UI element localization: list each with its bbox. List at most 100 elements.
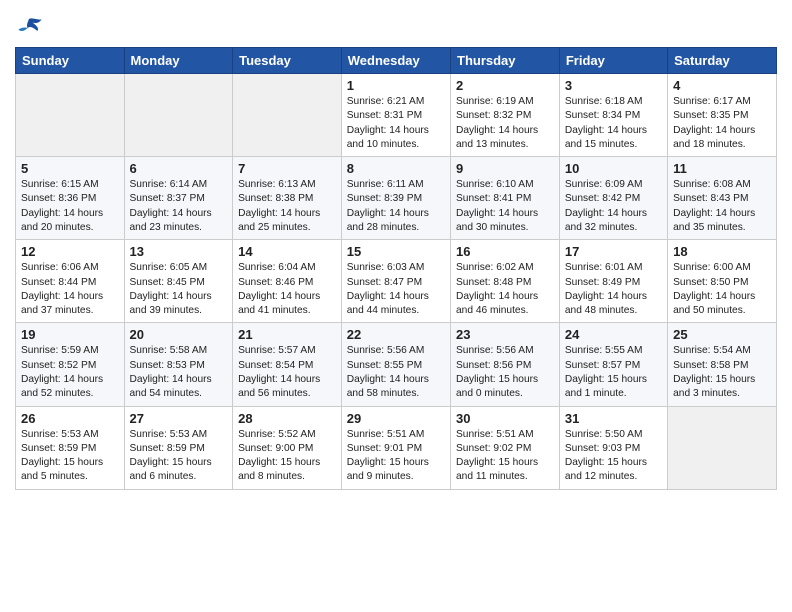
day-number: 11: [673, 161, 771, 176]
day-info: Sunrise: 5:53 AM Sunset: 8:59 PM Dayligh…: [130, 428, 228, 485]
day-info: Sunrise: 6:02 AM Sunset: 8:48 PM Dayligh…: [456, 261, 554, 318]
day-number: 14: [238, 244, 336, 259]
calendar-cell: 6 Sunrise: 6:14 AM Sunset: 8:37 PM Daylig…: [124, 157, 233, 240]
day-info: Sunrise: 5:56 AM Sunset: 8:56 PM Dayligh…: [456, 344, 554, 401]
weekday-header-saturday: Saturday: [668, 48, 777, 74]
day-number: 23: [456, 327, 554, 342]
day-info: Sunrise: 5:59 AM Sunset: 8:52 PM Dayligh…: [21, 344, 119, 401]
day-info: Sunrise: 6:10 AM Sunset: 8:41 PM Dayligh…: [456, 178, 554, 235]
calendar-cell: 16Sunrise: 6:02 AM Sunset: 8:48 PM Dayli…: [451, 240, 560, 323]
day-info: Sunrise: 5:51 AM Sunset: 9:02 PM Dayligh…: [456, 428, 554, 485]
day-info: Sunrise: 5:57 AM Sunset: 8:54 PM Dayligh…: [238, 344, 336, 401]
weekday-header-tuesday: Tuesday: [233, 48, 342, 74]
day-number: 6: [130, 161, 228, 176]
calendar-cell: 19 Sunrise: 5:59 AM Sunset: 8:52 PM Dayli…: [16, 323, 125, 406]
page-header: [15, 15, 777, 37]
calendar-cell: 17 Sunrise: 6:01 AM Sunset: 8:49 PM Dayli…: [559, 240, 667, 323]
calendar-cell: 14 Sunrise: 6:04 AM Sunset: 8:46 PM Dayli…: [233, 240, 342, 323]
calendar-cell: 7 Sunrise: 6:13 AM Sunset: 8:38 PM Daylig…: [233, 157, 342, 240]
day-number: 25: [673, 327, 771, 342]
day-info: Sunrise: 6:09 AM Sunset: 8:42 PM Dayligh…: [565, 178, 662, 235]
day-info: Sunrise: 5:50 AM Sunset: 9:03 PM Dayligh…: [565, 428, 662, 485]
weekday-header-sunday: Sunday: [16, 48, 125, 74]
calendar-cell: 4 Sunrise: 6:17 AM Sunset: 8:35 PM Daylig…: [668, 74, 777, 157]
day-number: 13: [130, 244, 228, 259]
calendar-cell: 3Sunrise: 6:18 AM Sunset: 8:34 PM Daylig…: [559, 74, 667, 157]
day-info: Sunrise: 5:52 AM Sunset: 9:00 PM Dayligh…: [238, 428, 336, 485]
day-info: Sunrise: 6:08 AM Sunset: 8:43 PM Dayligh…: [673, 178, 771, 235]
calendar-cell: 29Sunrise: 5:51 AM Sunset: 9:01 PM Dayli…: [341, 406, 450, 489]
day-info: Sunrise: 6:13 AM Sunset: 8:38 PM Dayligh…: [238, 178, 336, 235]
calendar-cell: 25 Sunrise: 5:54 AM Sunset: 8:58 PM Dayli…: [668, 323, 777, 406]
day-info: Sunrise: 6:03 AM Sunset: 8:47 PM Dayligh…: [347, 261, 445, 318]
day-info: Sunrise: 5:55 AM Sunset: 8:57 PM Dayligh…: [565, 344, 662, 401]
weekday-header-friday: Friday: [559, 48, 667, 74]
day-number: 31: [565, 411, 662, 426]
day-info: Sunrise: 6:17 AM Sunset: 8:35 PM Dayligh…: [673, 95, 771, 152]
day-number: 30: [456, 411, 554, 426]
day-number: 9: [456, 161, 554, 176]
day-number: 21: [238, 327, 336, 342]
day-number: 17: [565, 244, 662, 259]
calendar-week-row: 19 Sunrise: 5:59 AM Sunset: 8:52 PM Dayli…: [16, 323, 777, 406]
day-info: Sunrise: 5:53 AM Sunset: 8:59 PM Dayligh…: [21, 428, 119, 485]
calendar-cell: 27 Sunrise: 5:53 AM Sunset: 8:59 PM Dayli…: [124, 406, 233, 489]
day-info: Sunrise: 5:58 AM Sunset: 8:53 PM Dayligh…: [130, 344, 228, 401]
calendar-cell: [668, 406, 777, 489]
calendar-cell: 1 Sunrise: 6:21 AM Sunset: 8:31 PM Daylig…: [341, 74, 450, 157]
day-number: 12: [21, 244, 119, 259]
calendar-week-row: 5 Sunrise: 6:15 AM Sunset: 8:36 PM Daylig…: [16, 157, 777, 240]
day-number: 7: [238, 161, 336, 176]
calendar-cell: 2 Sunrise: 6:19 AM Sunset: 8:32 PM Daylig…: [451, 74, 560, 157]
day-number: 22: [347, 327, 445, 342]
calendar-cell: 28 Sunrise: 5:52 AM Sunset: 9:00 PM Dayli…: [233, 406, 342, 489]
calendar-cell: 23 Sunrise: 5:56 AM Sunset: 8:56 PM Dayli…: [451, 323, 560, 406]
calendar-cell: 12 Sunrise: 6:06 AM Sunset: 8:44 PM Dayli…: [16, 240, 125, 323]
calendar-header-row: SundayMondayTuesdayWednesdayThursdayFrid…: [16, 48, 777, 74]
calendar-cell: 31 Sunrise: 5:50 AM Sunset: 9:03 PM Dayli…: [559, 406, 667, 489]
day-number: 20: [130, 327, 228, 342]
calendar-cell: 11 Sunrise: 6:08 AM Sunset: 8:43 PM Dayli…: [668, 157, 777, 240]
calendar-cell: 24 Sunrise: 5:55 AM Sunset: 8:57 PM Dayli…: [559, 323, 667, 406]
weekday-header-monday: Monday: [124, 48, 233, 74]
calendar-cell: 21 Sunrise: 5:57 AM Sunset: 8:54 PM Dayli…: [233, 323, 342, 406]
calendar-cell: 9 Sunrise: 6:10 AM Sunset: 8:41 PM Daylig…: [451, 157, 560, 240]
day-info: Sunrise: 6:19 AM Sunset: 8:32 PM Dayligh…: [456, 95, 554, 152]
day-number: 19: [21, 327, 119, 342]
calendar-cell: 15Sunrise: 6:03 AM Sunset: 8:47 PM Dayli…: [341, 240, 450, 323]
day-number: 4: [673, 78, 771, 93]
weekday-header-thursday: Thursday: [451, 48, 560, 74]
day-number: 2: [456, 78, 554, 93]
day-number: 5: [21, 161, 119, 176]
calendar-cell: [124, 74, 233, 157]
day-info: Sunrise: 6:11 AM Sunset: 8:39 PM Dayligh…: [347, 178, 445, 235]
day-info: Sunrise: 6:21 AM Sunset: 8:31 PM Dayligh…: [347, 95, 445, 152]
day-info: Sunrise: 6:06 AM Sunset: 8:44 PM Dayligh…: [21, 261, 119, 318]
calendar-table: SundayMondayTuesdayWednesdayThursdayFrid…: [15, 47, 777, 490]
logo-bird-icon: [15, 15, 43, 37]
day-number: 24: [565, 327, 662, 342]
calendar-cell: 5 Sunrise: 6:15 AM Sunset: 8:36 PM Daylig…: [16, 157, 125, 240]
calendar-week-row: 12 Sunrise: 6:06 AM Sunset: 8:44 PM Dayli…: [16, 240, 777, 323]
day-info: Sunrise: 6:15 AM Sunset: 8:36 PM Dayligh…: [21, 178, 119, 235]
day-info: Sunrise: 6:04 AM Sunset: 8:46 PM Dayligh…: [238, 261, 336, 318]
day-number: 28: [238, 411, 336, 426]
day-info: Sunrise: 5:56 AM Sunset: 8:55 PM Dayligh…: [347, 344, 445, 401]
weekday-header-wednesday: Wednesday: [341, 48, 450, 74]
day-info: Sunrise: 6:14 AM Sunset: 8:37 PM Dayligh…: [130, 178, 228, 235]
calendar-cell: 8 Sunrise: 6:11 AM Sunset: 8:39 PM Daylig…: [341, 157, 450, 240]
calendar-cell: 22 Sunrise: 5:56 AM Sunset: 8:55 PM Dayli…: [341, 323, 450, 406]
day-number: 3: [565, 78, 662, 93]
calendar-cell: 26 Sunrise: 5:53 AM Sunset: 8:59 PM Dayli…: [16, 406, 125, 489]
day-number: 27: [130, 411, 228, 426]
day-number: 26: [21, 411, 119, 426]
day-info: Sunrise: 6:00 AM Sunset: 8:50 PM Dayligh…: [673, 261, 771, 318]
calendar-cell: 13Sunrise: 6:05 AM Sunset: 8:45 PM Dayli…: [124, 240, 233, 323]
day-info: Sunrise: 6:01 AM Sunset: 8:49 PM Dayligh…: [565, 261, 662, 318]
calendar-cell: [233, 74, 342, 157]
calendar-cell: 30 Sunrise: 5:51 AM Sunset: 9:02 PM Dayli…: [451, 406, 560, 489]
day-info: Sunrise: 5:54 AM Sunset: 8:58 PM Dayligh…: [673, 344, 771, 401]
day-info: Sunrise: 5:51 AM Sunset: 9:01 PM Dayligh…: [347, 428, 445, 485]
day-number: 8: [347, 161, 445, 176]
day-number: 1: [347, 78, 445, 93]
